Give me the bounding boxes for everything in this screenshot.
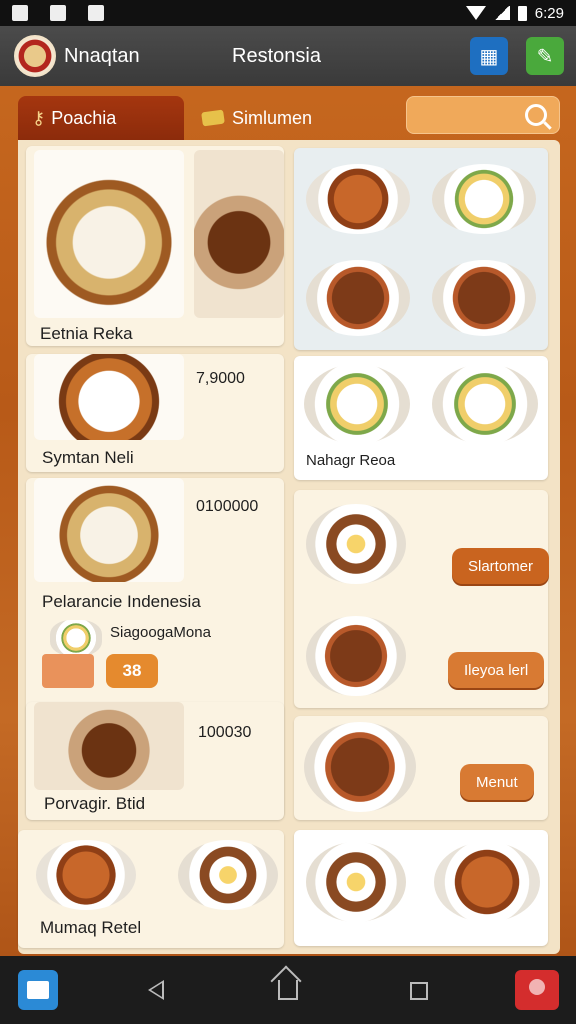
menu-card[interactable]: 7,9000 Symtan Neli bbox=[26, 354, 284, 472]
tab-label: Poachia bbox=[51, 107, 117, 128]
search-icon[interactable] bbox=[525, 104, 547, 126]
food-image bbox=[304, 722, 416, 812]
nav-bar bbox=[0, 956, 576, 1024]
gift-button[interactable]: ▦ bbox=[470, 37, 508, 75]
food-image bbox=[306, 260, 410, 336]
status-time: 6:29 bbox=[534, 4, 564, 22]
tag-icon bbox=[201, 109, 225, 127]
item-price: 0100000 bbox=[196, 498, 259, 515]
notification-icon bbox=[12, 5, 28, 21]
app-logo bbox=[14, 35, 56, 77]
menu-card[interactable]: Slartomer Ileyoa lerl bbox=[294, 490, 550, 708]
menu-card[interactable]: 100030 Porvagir. Btid bbox=[26, 702, 284, 820]
food-image bbox=[34, 478, 184, 582]
food-image bbox=[34, 354, 184, 440]
gift-icon: ▦ bbox=[479, 45, 499, 68]
food-image bbox=[304, 364, 410, 444]
settings-icon bbox=[50, 5, 66, 21]
food-image bbox=[50, 620, 102, 656]
menut-button[interactable]: Menut bbox=[460, 764, 534, 800]
key-icon: ⚷ bbox=[32, 107, 46, 128]
menu-card[interactable]: Menut bbox=[294, 716, 548, 820]
menu-card[interactable] bbox=[294, 148, 548, 350]
app-name: Nnaqtan bbox=[64, 44, 140, 67]
back-icon[interactable] bbox=[148, 980, 164, 1000]
food-image bbox=[306, 842, 406, 922]
search-input[interactable] bbox=[406, 96, 560, 134]
tab-label: Simlumen bbox=[232, 107, 313, 128]
item-name: Pelarancie Indenesia bbox=[42, 592, 201, 611]
food-image bbox=[306, 504, 406, 584]
tab-simlumen[interactable]: Simlumen bbox=[201, 96, 402, 140]
item-price: 7,9000 bbox=[196, 370, 245, 387]
food-image bbox=[432, 260, 536, 336]
food-image bbox=[42, 654, 94, 688]
food-image bbox=[178, 840, 278, 910]
battery-icon bbox=[517, 5, 527, 21]
tab-row: ⚷ Poachia Simlumen bbox=[18, 96, 560, 140]
signal-icon bbox=[493, 6, 510, 20]
menu-card[interactable]: Mumaq Retel bbox=[18, 830, 284, 948]
home-icon[interactable] bbox=[278, 980, 298, 1000]
food-image bbox=[434, 842, 540, 922]
food-image bbox=[306, 616, 406, 696]
ileyoa-lerl-button[interactable]: Ileyoa lerl bbox=[448, 652, 545, 688]
item-name: SiagoogaMona bbox=[110, 624, 211, 641]
recent-apps-icon[interactable] bbox=[410, 982, 428, 1000]
food-image bbox=[194, 150, 284, 318]
tab-poachia[interactable]: ⚷ Poachia bbox=[18, 96, 184, 140]
wifi-icon bbox=[465, 6, 486, 20]
pencil-icon: ✎ bbox=[536, 45, 554, 68]
item-name: Nahagr Reoa bbox=[306, 452, 396, 469]
food-image bbox=[306, 164, 410, 234]
item-name: Symtan Neli bbox=[42, 448, 134, 467]
menu-card[interactable] bbox=[294, 830, 548, 946]
page-title: Restonsia bbox=[232, 44, 321, 67]
food-image bbox=[34, 150, 184, 318]
status-bar: 6:29 bbox=[0, 0, 576, 26]
food-image bbox=[432, 164, 536, 234]
food-image bbox=[34, 702, 184, 790]
item-name: Mumaq Retel bbox=[40, 918, 142, 937]
menu-card[interactable]: Nahagr Reoa bbox=[294, 356, 548, 480]
item-name: Eetnia Reka bbox=[40, 324, 133, 343]
food-image bbox=[36, 840, 136, 910]
food-image bbox=[432, 364, 538, 444]
slartomer-button[interactable]: Slartomer bbox=[452, 548, 550, 584]
edit-button[interactable]: ✎ bbox=[526, 37, 564, 75]
menu-card[interactable]: Eetnia Reka bbox=[26, 146, 284, 346]
app-bar: Nnaqtan Restonsia ▦ ✎ bbox=[0, 26, 576, 86]
item-name: Porvagir. Btid bbox=[44, 794, 146, 813]
store-app-icon[interactable] bbox=[18, 970, 58, 1010]
profile-icon[interactable] bbox=[515, 970, 559, 1010]
item-price: 100030 bbox=[198, 724, 252, 741]
item-badge: 38 bbox=[106, 654, 158, 688]
image-icon bbox=[88, 5, 104, 21]
menu-panel: Eetnia Reka 7,9000 Symtan Neli 0100000 P… bbox=[18, 140, 560, 954]
